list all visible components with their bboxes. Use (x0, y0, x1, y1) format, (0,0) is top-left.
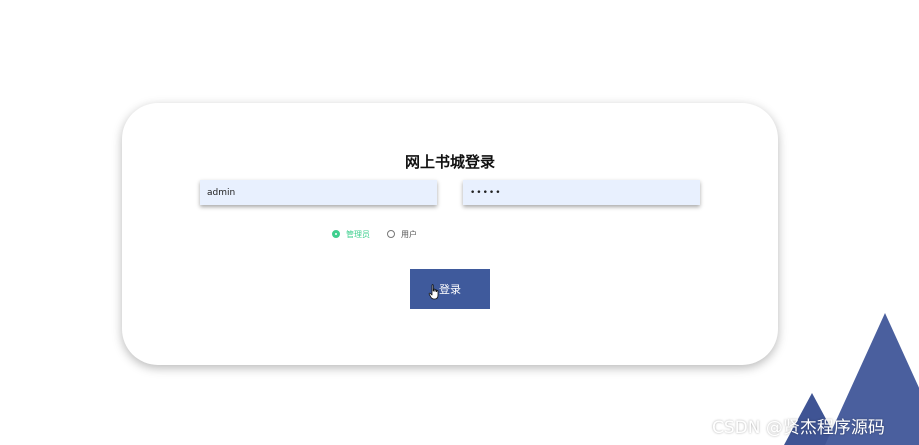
login-button[interactable]: 登录 (410, 269, 490, 309)
csdn-watermark: CSDN @贤杰程序源码 (712, 418, 885, 438)
radio-checked-icon[interactable] (332, 230, 340, 238)
radio-unchecked-icon[interactable] (387, 230, 395, 238)
login-title: 网上书城登录 (404, 153, 495, 171)
login-page: 网上书城登录 管理员 用户 登录 CSDN @贤杰程序源码 (0, 0, 919, 445)
password-input[interactable] (463, 180, 700, 205)
username-input[interactable] (200, 180, 437, 205)
hand-pointer-icon (428, 284, 439, 300)
role-label-admin: 管理员 (346, 229, 370, 239)
role-label-user: 用户 (401, 229, 417, 239)
role-option-user[interactable]: 用户 (387, 229, 417, 240)
login-card: 网上书城登录 管理员 用户 登录 (122, 103, 778, 365)
role-option-admin[interactable]: 管理员 (332, 229, 370, 240)
role-selector: 管理员 用户 (332, 227, 434, 241)
